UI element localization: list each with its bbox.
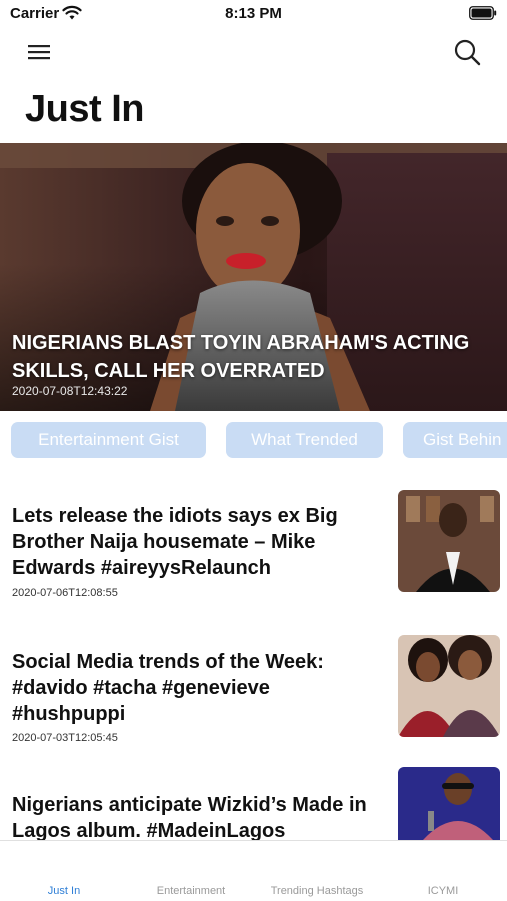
article-thumbnail [398,767,500,840]
bottom-tab-bar: Just In Entertainment Trending Hashtags … [0,840,507,901]
tab-trending-hashtags[interactable]: Trending Hashtags [254,885,380,897]
clock: 8:13 PM [225,5,282,22]
list-item[interactable]: Nigerians anticipate Wizkid’s Made in La… [0,766,507,842]
tab-entertainment[interactable]: Entertainment [140,885,242,897]
featured-article-headline: NIGERIANS BLAST TOYIN ABRAHAM'S ACTING S… [12,332,470,382]
list-item[interactable]: Lets release the idiots says ex Big Brot… [0,488,507,599]
list-item[interactable]: Social Media trends of the Week: #davido… [0,634,507,744]
article-thumbnail [398,635,500,737]
battery-icon [469,6,497,20]
menu-button[interactable] [26,40,54,64]
article-title: Nigerians anticipate Wizkid’s Made in La… [12,794,367,842]
article-title: Lets release the idiots says ex Big Brot… [12,505,338,579]
category-pill-gist-behind[interactable]: Gist Behin [403,422,507,458]
hamburger-menu-icon [28,45,50,60]
page-title: Just In [25,88,144,130]
category-pill-what-trended[interactable]: What Trended [226,422,383,458]
article-date: 2020-07-06T12:08:55 [12,587,118,599]
search-icon [454,39,481,66]
category-pill-entertainment-gist[interactable]: Entertainment Gist [11,422,206,458]
category-filter-bar[interactable]: Entertainment Gist What Trended Gist Beh… [0,422,507,460]
tab-icymi[interactable]: ICYMI [410,885,476,897]
article-thumbnail [398,490,500,592]
featured-article[interactable]: NIGERIANS BLAST TOYIN ABRAHAM'S ACTING S… [0,143,507,411]
search-button[interactable] [453,38,481,66]
article-title: Social Media trends of the Week: #davido… [12,651,324,725]
tab-just-in[interactable]: Just In [28,885,100,897]
status-bar: Carrier 8:13 PM [0,0,507,28]
featured-article-date: 2020-07-08T12:43:22 [12,384,128,398]
article-date: 2020-07-03T12:05:45 [12,732,118,744]
navigation-header: Just In [0,28,507,142]
